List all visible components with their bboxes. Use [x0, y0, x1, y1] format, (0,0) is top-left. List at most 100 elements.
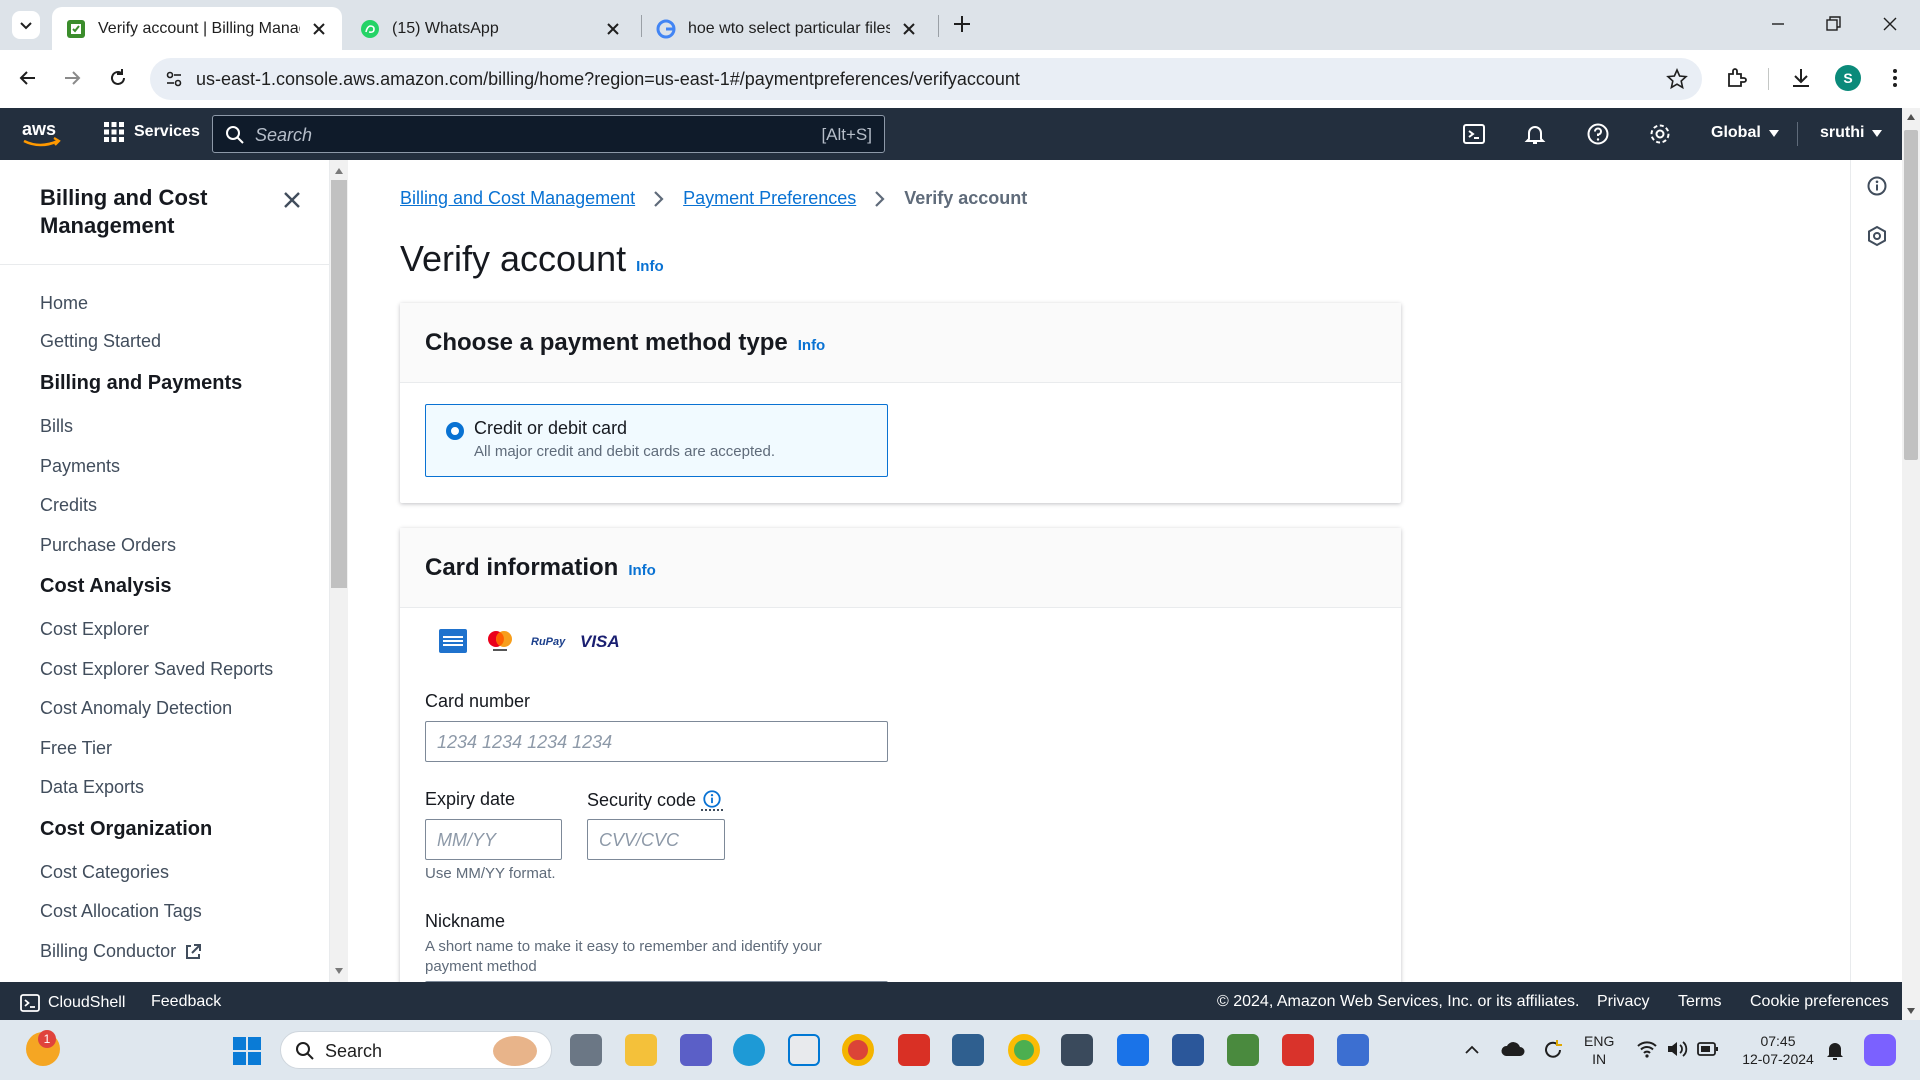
chevron-down-icon	[20, 22, 32, 30]
reload-button[interactable]	[104, 64, 132, 92]
console-search-input[interactable]: Search [Alt+S]	[212, 115, 885, 153]
info-circle-icon[interactable]	[1866, 175, 1888, 197]
chrome-profile-icon[interactable]	[1008, 1034, 1040, 1066]
scrollbar-thumb[interactable]	[1904, 130, 1918, 460]
sidebar-item-data-exports[interactable]: Data Exports	[40, 777, 144, 798]
chevron-up-icon[interactable]	[1464, 1042, 1480, 1058]
card-number-input[interactable]: 1234 1234 1234 1234	[425, 721, 888, 762]
new-tab-icon[interactable]	[950, 12, 974, 36]
sidebar-item-credits[interactable]: Credits	[40, 495, 97, 516]
wifi-icon[interactable]	[1636, 1039, 1658, 1059]
sidebar-item-free-tier[interactable]: Free Tier	[40, 738, 112, 759]
help-icon[interactable]	[1586, 122, 1610, 146]
radio-selected-icon[interactable]	[446, 422, 464, 440]
cloudshell-button[interactable]: CloudShell	[20, 993, 125, 1013]
virtualbox-icon[interactable]	[1061, 1034, 1093, 1066]
bell-icon[interactable]	[1523, 122, 1547, 146]
pdf-reader-icon[interactable]	[1282, 1034, 1314, 1066]
language-indicator[interactable]: ENG IN	[1584, 1032, 1614, 1068]
scroll-up-icon[interactable]	[335, 168, 343, 174]
download-icon[interactable]	[1788, 65, 1814, 91]
extensions-icon[interactable]	[1724, 65, 1750, 91]
gear-icon[interactable]	[1648, 122, 1672, 146]
info-link[interactable]: Info	[628, 562, 656, 579]
side-navigation: Billing and Cost Management Home Getting…	[0, 160, 330, 982]
notification-bell-icon[interactable]	[1825, 1039, 1845, 1061]
close-icon[interactable]	[310, 20, 328, 38]
back-button[interactable]	[14, 64, 42, 92]
window-close-icon[interactable]	[1880, 14, 1900, 34]
info-link[interactable]: Info	[798, 337, 826, 354]
onedrive-cloud-icon[interactable]	[1500, 1039, 1526, 1059]
sidebar-item-cost-explorer[interactable]: Cost Explorer	[40, 619, 149, 640]
expiry-date-input[interactable]: MM/YY	[425, 819, 562, 860]
taskbar-search-box[interactable]: Search	[280, 1031, 552, 1069]
sidebar-item-home[interactable]: Home	[40, 293, 88, 314]
security-app-icon[interactable]	[1227, 1034, 1259, 1066]
word-icon[interactable]	[1172, 1034, 1204, 1066]
scroll-up-icon[interactable]	[1907, 114, 1915, 120]
minimize-icon[interactable]	[1768, 14, 1788, 34]
scroll-down-icon[interactable]	[1907, 1008, 1915, 1014]
forward-button[interactable]	[58, 64, 86, 92]
file-explorer-icon[interactable]	[625, 1034, 657, 1066]
close-icon[interactable]	[282, 190, 302, 210]
sidebar-item-bills[interactable]: Bills	[40, 416, 73, 437]
scroll-down-icon[interactable]	[335, 968, 343, 974]
store-icon[interactable]	[788, 1034, 820, 1066]
cloudshell-icon[interactable]	[1462, 122, 1486, 146]
sidebar-scrollbar[interactable]	[330, 160, 348, 982]
info-circle-icon[interactable]	[701, 789, 724, 811]
more-vertical-icon[interactable]	[1882, 65, 1908, 91]
sync-icon[interactable]	[1541, 1038, 1565, 1062]
sidebar-item-cost-anomaly-detection[interactable]: Cost Anomaly Detection	[40, 698, 232, 719]
services-menu-button[interactable]: Services	[104, 122, 200, 142]
page-scrollbar[interactable]	[1902, 108, 1920, 1020]
security-code-input[interactable]: CVV/CVC	[587, 819, 725, 860]
battery-icon[interactable]	[1697, 1041, 1719, 1057]
account-menu[interactable]: sruthi	[1820, 124, 1883, 142]
remote-desktop-icon[interactable]	[1337, 1034, 1369, 1066]
info-link[interactable]: Info	[636, 258, 664, 275]
restore-icon[interactable]	[1823, 14, 1843, 34]
site-settings-icon[interactable]	[164, 69, 184, 89]
close-icon[interactable]	[604, 20, 622, 38]
copilot-icon[interactable]	[1864, 1034, 1896, 1066]
sidebar-item-billing-conductor[interactable]: Billing Conductor	[40, 941, 202, 962]
profile-avatar[interactable]: S	[1835, 65, 1861, 91]
sidebar-item-cost-explorer-saved-reports[interactable]: Cost Explorer Saved Reports	[40, 659, 273, 680]
clock[interactable]: 07:45 12-07-2024	[1738, 1032, 1818, 1068]
gear-hexagon-icon[interactable]	[1866, 225, 1888, 247]
breadcrumb-billing-link[interactable]: Billing and Cost Management	[400, 188, 635, 209]
sidebar-item-cost-categories[interactable]: Cost Categories	[40, 862, 169, 883]
sidebar-item-getting-started[interactable]: Getting Started	[40, 331, 161, 352]
address-bar[interactable]: us-east-1.console.aws.amazon.com/billing…	[150, 58, 1702, 100]
feedback-link[interactable]: Feedback	[151, 993, 221, 1011]
region-selector[interactable]: Global	[1711, 124, 1779, 142]
windows-start-icon[interactable]	[232, 1036, 262, 1066]
aws-logo-icon[interactable]: aws	[20, 117, 64, 151]
terms-link[interactable]: Terms	[1678, 993, 1722, 1011]
bookmark-star-icon[interactable]	[1666, 68, 1688, 90]
task-view-icon[interactable]	[570, 1034, 602, 1066]
tab-search-button[interactable]	[12, 11, 40, 39]
privacy-link[interactable]: Privacy	[1597, 993, 1649, 1011]
volume-icon[interactable]	[1666, 1039, 1688, 1059]
tab-billing[interactable]: Verify account | Billing Manager	[52, 7, 342, 50]
sidebar-item-cost-allocation-tags[interactable]: Cost Allocation Tags	[40, 901, 202, 922]
tab-whatsapp[interactable]: (15) WhatsApp	[346, 7, 636, 50]
photos-icon[interactable]	[1117, 1034, 1149, 1066]
cookie-preferences-link[interactable]: Cookie preferences	[1750, 993, 1889, 1011]
edge-icon[interactable]	[733, 1034, 765, 1066]
teams-icon[interactable]	[680, 1034, 712, 1066]
credit-debit-card-option[interactable]: Credit or debit card All major credit an…	[425, 404, 888, 477]
scrollbar-thumb[interactable]	[331, 180, 347, 588]
chrome-icon[interactable]	[842, 1034, 874, 1066]
network-app-icon[interactable]	[952, 1034, 984, 1066]
wps-office-icon[interactable]	[898, 1034, 930, 1066]
breadcrumb-payment-preferences-link[interactable]: Payment Preferences	[683, 188, 856, 209]
close-icon[interactable]	[900, 20, 918, 38]
sidebar-item-payments[interactable]: Payments	[40, 456, 120, 477]
tab-google[interactable]: hoe wto select particular files to	[642, 7, 932, 50]
sidebar-item-purchase-orders[interactable]: Purchase Orders	[40, 535, 176, 556]
